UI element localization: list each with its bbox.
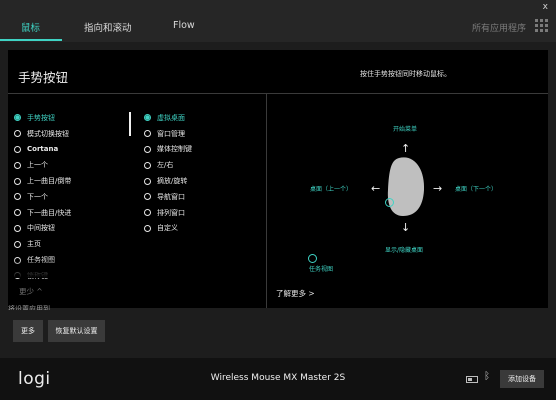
radio-icon[interactable] (14, 177, 21, 185)
radio-icon[interactable] (144, 209, 151, 217)
gesture-up-label: 开始菜单 (393, 126, 418, 133)
battery-icon (466, 376, 478, 383)
app-grid-icon[interactable] (535, 19, 548, 32)
option-media-control[interactable]: 媒体控制键 (144, 142, 192, 158)
option-virtual-desktop[interactable]: 虚拟桌面 (144, 110, 192, 126)
active-tab-indicator (0, 39, 62, 41)
option-gesture-button[interactable]: 手势按钮 (14, 110, 71, 126)
option-mode-shift[interactable]: 模式切换按钮 (14, 126, 71, 142)
radio-selected-icon[interactable] (14, 114, 21, 122)
divider (266, 94, 267, 308)
gesture-button-marker-icon (385, 198, 394, 207)
option-navigate-window[interactable]: 导航窗口 (144, 189, 192, 205)
option-pan-rotate[interactable]: 摘放/旋转 (144, 173, 192, 189)
more-button[interactable]: 更多 (13, 320, 43, 342)
option-home[interactable]: 主页 (14, 236, 71, 252)
all-apps-label[interactable]: 所有应用程序 (472, 21, 526, 34)
option-custom[interactable]: 自定义 (144, 221, 192, 237)
tab-mouse[interactable]: 鼠标 (21, 20, 40, 34)
radio-icon[interactable] (144, 130, 151, 138)
radio-icon[interactable] (14, 193, 21, 201)
option-previous[interactable]: 上一个 (14, 157, 71, 173)
radio-icon[interactable] (14, 145, 21, 153)
option-previous-track[interactable]: 上一曲目/倒带 (14, 173, 71, 189)
radio-icon[interactable] (144, 145, 151, 153)
add-device-button[interactable]: 添加设备 (500, 370, 544, 388)
radio-icon[interactable] (144, 193, 151, 201)
learn-more-link[interactable]: 了解更多 > (276, 288, 315, 299)
option-left-right[interactable]: 左/右 (144, 157, 192, 173)
panel-hint: 按住手势按钮同时移动鼠标。 (360, 70, 451, 78)
option-window-management[interactable]: 窗口管理 (144, 126, 192, 142)
restore-defaults-button[interactable]: 恢复默认设置 (48, 320, 105, 342)
gesture-left-label: 桌面（上一个） (310, 186, 353, 193)
radio-icon[interactable] (14, 130, 21, 138)
option-cortana[interactable]: Cortana (14, 142, 71, 158)
option-arrange-window[interactable]: 排列窗口 (144, 205, 192, 221)
radio-icon[interactable] (14, 240, 21, 248)
gesture-button-panel: 手势按钮 按住手势按钮同时移动鼠标。 手势按钮 模式切换按钮 Cortana 上… (8, 50, 548, 308)
task-view-marker-icon (308, 254, 317, 263)
tab-flow[interactable]: Flow (173, 20, 195, 31)
scrollbar-thumb[interactable] (129, 112, 131, 136)
radio-icon[interactable] (144, 224, 151, 232)
option-next[interactable]: 下一个 (14, 189, 71, 205)
radio-icon[interactable] (14, 224, 21, 232)
apply-settings-checkbox-label[interactable]: 将设置应用到 (8, 304, 108, 310)
radio-icon[interactable] (144, 161, 151, 169)
list-fade (8, 258, 266, 278)
radio-icon[interactable] (144, 177, 151, 185)
option-next-track[interactable]: 下一曲目/快进 (14, 205, 71, 221)
bluetooth-icon: ᛒ (484, 371, 490, 382)
gesture-down-label: 显示/隐藏桌面 (385, 247, 424, 254)
radio-icon[interactable] (14, 161, 21, 169)
tab-point-and-scroll[interactable]: 指向和滚动 (84, 20, 132, 34)
radio-icon[interactable] (14, 209, 21, 217)
show-less-toggle[interactable]: 更少 ^ (19, 286, 43, 297)
divider (8, 93, 548, 94)
top-navigation: 鼠标 指向和滚动 Flow x 所有应用程序 (0, 0, 556, 42)
gesture-click-label: 任务视图 (309, 266, 334, 273)
close-icon[interactable]: x (543, 2, 548, 12)
panel-title: 手势按钮 (18, 70, 69, 85)
mouse-icon (387, 157, 425, 216)
gesture-mode-list: 虚拟桌面 窗口管理 媒体控制键 左/右 摘放/旋转 导航窗口 排列窗口 自定义 (144, 110, 192, 236)
arrow-down-icon: ↓ (401, 221, 411, 234)
gesture-right-label: 桌面（下一个） (455, 186, 498, 193)
footer: logi Wireless Mouse MX Master 2S ᛒ 添加设备 (0, 358, 556, 400)
option-middle-button[interactable]: 中间按钮 (14, 221, 71, 237)
radio-selected-icon[interactable] (144, 114, 151, 122)
